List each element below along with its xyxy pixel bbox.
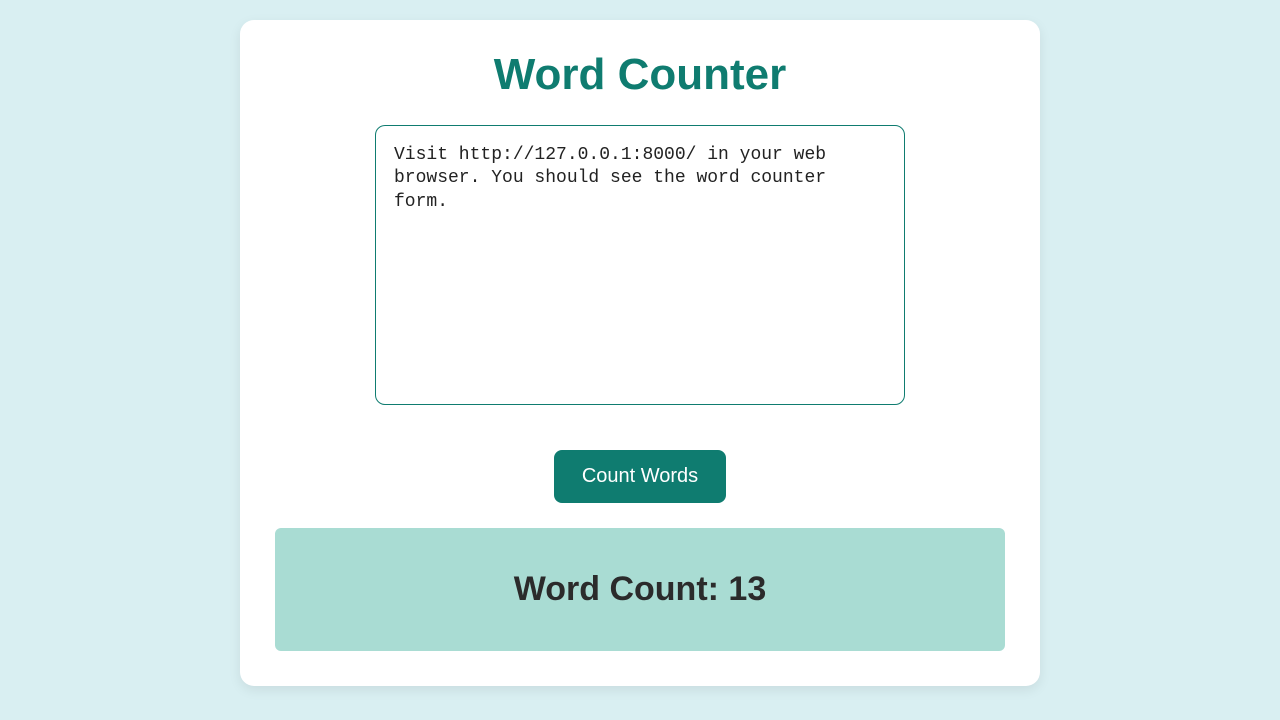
word-count-result: Word Count: 13 — [295, 570, 985, 609]
result-panel: Word Count: 13 — [275, 528, 1005, 651]
text-input[interactable] — [375, 125, 905, 405]
word-counter-card: Word Counter Count Words Word Count: 13 — [240, 20, 1040, 686]
page-title: Word Counter — [275, 50, 1005, 100]
count-words-button[interactable]: Count Words — [554, 450, 726, 503]
textarea-container — [275, 125, 1005, 405]
